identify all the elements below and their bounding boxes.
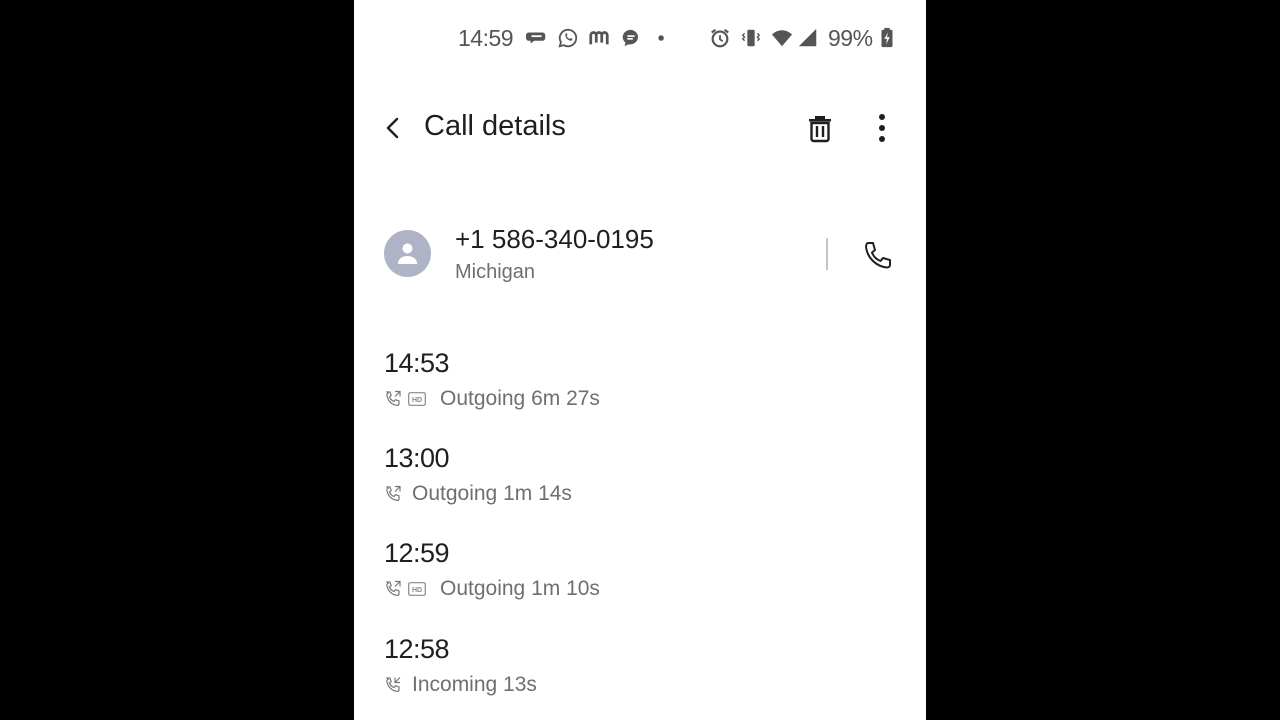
alarm-icon [711,28,729,48]
call-time: 13:00 [384,443,450,473]
chat-bubble-icon [622,29,638,47]
call-log-entry: 14:53 HD Outgoing 6m 27s [384,348,904,418]
status-bar: 14:59 99% [354,0,926,76]
avatar [384,230,431,277]
battery-percentage: 99% [828,25,873,51]
more-vert-icon [879,114,885,142]
call-meta: HD Outgoing 1m 10s [384,576,600,602]
page-title: Call details [424,110,566,142]
delete-button[interactable] [802,110,838,146]
dot-icon [658,35,664,41]
call-log-entry: 12:59 HD Outgoing 1m 10s [384,538,904,608]
svg-text:HD: HD [412,587,422,594]
battery-charging-icon [881,27,893,48]
call-meta: Outgoing 1m 14s [384,481,572,507]
call-meta: HD Outgoing 6m 27s [384,386,600,412]
app-m-icon [589,31,609,45]
more-options-button[interactable] [866,110,898,146]
call-meta: Incoming 13s [384,672,537,698]
contact-header: +1 586-340-0195 Michigan [354,220,926,296]
outgoing-call-icon [385,485,401,502]
call-description: Outgoing 1m 10s [440,577,600,600]
app-bar: Call details [354,100,926,156]
whatsapp-icon [558,28,578,48]
incoming-call-icon [385,677,401,693]
contact-location: Michigan [455,261,536,283]
wifi-icon [771,30,793,47]
call-log-entry: 12:58 Incoming 13s [384,634,904,704]
call-time: 12:58 [384,634,450,664]
call-button[interactable] [860,238,896,274]
svg-text:HD: HD [412,397,422,404]
contact-number[interactable]: +1 586-340-0195 [455,224,654,255]
person-icon [398,243,417,264]
hd-voice-icon: HD [408,582,426,596]
signal-icon [798,28,817,47]
call-description: Outgoing 6m 27s [440,387,600,410]
phone-screen: 14:59 99% Call details +1 586-340-0195 M… [354,0,926,720]
status-time: 14:59 [458,25,514,51]
vibrate-icon [741,29,761,47]
trash-icon [809,116,831,143]
back-button[interactable] [378,112,410,144]
phone-icon [865,242,891,269]
call-description: Incoming 13s [412,673,537,696]
outgoing-call-icon [385,580,401,597]
outgoing-call-icon [385,390,401,407]
messages-icon [526,32,546,44]
call-time: 12:59 [384,538,450,568]
call-log-entry: 13:00 Outgoing 1m 14s [384,443,904,513]
vertical-divider [826,238,828,270]
call-description: Outgoing 1m 14s [412,482,572,505]
hd-voice-icon: HD [408,392,426,406]
back-arrow-icon [386,117,399,139]
call-time: 14:53 [384,348,450,378]
